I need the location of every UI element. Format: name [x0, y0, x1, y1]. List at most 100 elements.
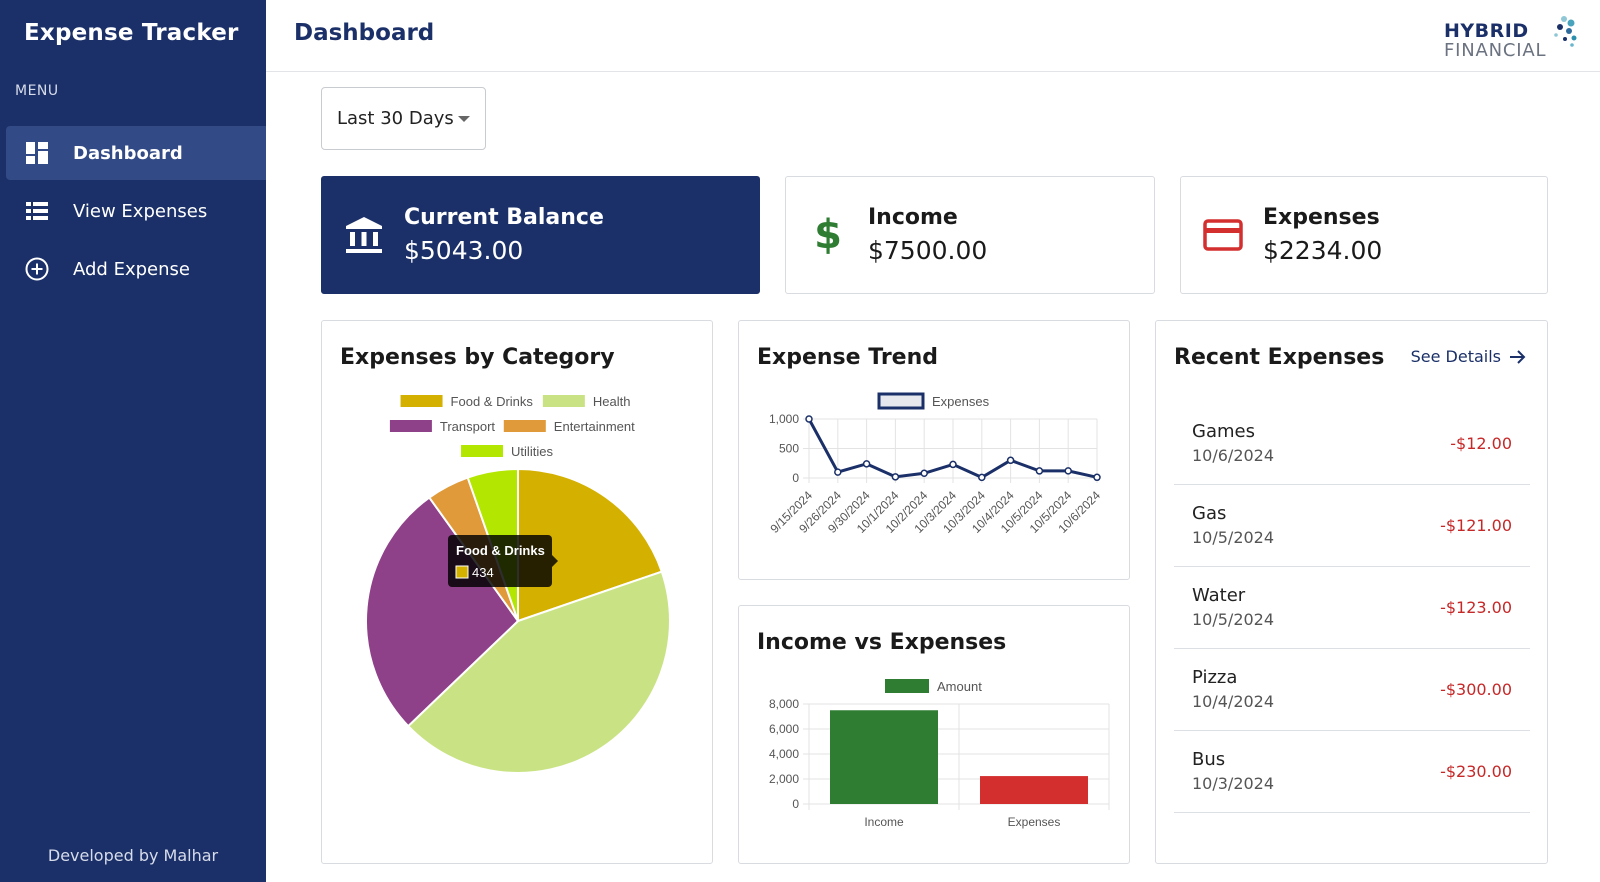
list-item[interactable]: Games 10/6/2024 -$12.00	[1174, 403, 1530, 485]
data-point	[805, 415, 813, 423]
income-value: $7500.00	[868, 236, 988, 265]
list-icon	[24, 198, 50, 224]
bar	[980, 776, 1088, 804]
legend-swatch	[400, 395, 443, 407]
expense-name: Games	[1192, 421, 1255, 442]
expense-trend-chart: Expenses05001,0009/15/20249/26/20249/30/…	[767, 392, 1103, 536]
credit-card-icon	[1199, 211, 1247, 259]
expense-name: Water	[1192, 585, 1246, 606]
legend-label: Transport	[440, 419, 496, 434]
list-item[interactable]: Water 10/5/2024 -$123.00	[1174, 567, 1530, 649]
legend-label: Entertainment	[554, 419, 635, 434]
expense-amount: -$300.00	[1440, 680, 1512, 699]
list-item[interactable]: Gas 10/5/2024 -$121.00	[1174, 485, 1530, 567]
data-point	[1035, 467, 1044, 475]
dashboard-icon	[24, 140, 50, 166]
x-tick-label: Expenses	[1008, 815, 1061, 829]
top-header: Dashboard HYBRID FINANCIAL	[266, 0, 1600, 72]
sidebar-item-label: Add Expense	[73, 258, 190, 280]
y-tick-label: 4,000	[769, 747, 799, 761]
expense-name: Pizza	[1192, 667, 1238, 688]
recent-expenses-panel: Recent Expenses See Details Games 10/6/2…	[1155, 320, 1548, 864]
legend-label: Food & Drinks	[451, 394, 534, 409]
legend-swatch	[503, 420, 546, 432]
data-point	[834, 468, 842, 476]
y-tick-label: 6,000	[769, 722, 799, 736]
bar	[830, 710, 938, 804]
expense-amount: -$12.00	[1450, 434, 1512, 453]
income-card: $ Income $7500.00	[785, 176, 1155, 294]
balance-value: $5043.00	[404, 236, 524, 265]
app-title: Expense Tracker	[24, 20, 239, 46]
legend-label: Health	[593, 394, 631, 409]
income-vs-expenses-panel: Income vs Expenses Amount 0 2,000 4,000 6,00…	[738, 605, 1130, 864]
legend-swatch	[885, 679, 929, 693]
y-tick-label: 8,000	[769, 697, 799, 711]
sidebar: Expense Tracker MENU Dashboard View Expe…	[0, 0, 266, 882]
expense-name: Bus	[1192, 749, 1226, 770]
income-vs-expenses-chart: Amount 0 2,000 4,000 6,000 8,000 Income Expense…	[769, 679, 1110, 829]
data-point	[949, 460, 957, 469]
sidebar-item-label: View Expenses	[73, 200, 208, 222]
tooltip-swatch	[455, 565, 469, 579]
logo-text-top: HYBRID	[1444, 20, 1529, 42]
data-point	[1093, 473, 1101, 482]
legend-label: Utilities	[511, 444, 553, 459]
list-item[interactable]: Bus 10/3/2024 -$230.00	[1174, 731, 1530, 813]
sidebar-item-dashboard[interactable]: Dashboard	[6, 126, 266, 180]
expense-name: Gas	[1192, 503, 1227, 524]
date-range-value: Last 30 Days	[337, 108, 454, 129]
date-range-select[interactable]: Last 30 Days	[321, 87, 486, 150]
data-point	[1006, 456, 1015, 465]
legend-swatch	[389, 420, 432, 432]
data-point	[978, 473, 986, 482]
expenses-title: Expenses	[1263, 205, 1380, 230]
expense-amount: -$230.00	[1440, 762, 1512, 781]
expense-date: 10/5/2024	[1192, 610, 1275, 629]
tooltip-label: Food & Drinks	[456, 543, 545, 558]
expense-amount: -$123.00	[1440, 598, 1512, 617]
legend-swatch	[461, 445, 504, 457]
expense-date: 10/6/2024	[1192, 446, 1275, 465]
data-point	[891, 473, 900, 481]
see-details-label: See Details	[1410, 347, 1501, 366]
expenses-card: Expenses $2234.00	[1180, 176, 1548, 294]
category-pie-chart: Food & Drinks Health Transport Entertainmen…	[365, 394, 671, 774]
legend-label: Amount	[937, 679, 982, 694]
y-tick-label: 1,000	[769, 412, 799, 426]
y-tick-label: 0	[792, 797, 799, 811]
logo-dots-icon	[1554, 16, 1577, 47]
y-tick-label: 0	[792, 471, 799, 485]
legend-swatch	[877, 392, 925, 410]
legend-label: Expenses	[932, 394, 990, 409]
see-details-link[interactable]: See Details	[1411, 347, 1527, 366]
data-point	[1064, 467, 1072, 475]
add-circle-icon	[24, 256, 50, 282]
expense-amount: -$121.00	[1440, 516, 1512, 535]
data-point	[920, 469, 928, 478]
income-title: Income	[868, 205, 958, 230]
x-tick-label: Income	[864, 815, 904, 829]
current-balance-card: Current Balance $5043.00	[321, 176, 760, 294]
dollar-icon: $	[814, 212, 842, 258]
legend-swatch	[542, 395, 585, 407]
panel-title: Recent Expenses	[1174, 345, 1385, 370]
expense-date: 10/5/2024	[1192, 528, 1275, 547]
data-point	[862, 460, 871, 468]
expenses-value: $2234.00	[1263, 236, 1383, 265]
list-item[interactable]: Pizza 10/4/2024 -$300.00	[1174, 649, 1530, 731]
chevron-down-icon	[458, 116, 470, 122]
sidebar-item-add-expense[interactable]: Add Expense	[6, 242, 266, 296]
sidebar-item-view-expenses[interactable]: View Expenses	[6, 184, 266, 238]
logo-text-bottom: FINANCIAL	[1444, 40, 1547, 61]
arrow-right-icon	[1510, 349, 1526, 364]
trend-chart-panel: Expense Trend Expenses 0 500 1,000 9/15/2024…	[738, 320, 1130, 580]
app: Expense Tracker MENU Dashboard View Expe…	[0, 0, 1600, 882]
menu-label: MENU	[15, 83, 59, 99]
category-chart-panel: Expenses by Category Food & Drinks Health…	[321, 320, 713, 864]
y-tick-label: 2,000	[769, 772, 799, 786]
expense-date: 10/3/2024	[1192, 774, 1275, 793]
y-tick-label: 500	[779, 442, 799, 456]
balance-title: Current Balance	[404, 205, 604, 230]
tooltip-value: 434	[472, 565, 494, 580]
